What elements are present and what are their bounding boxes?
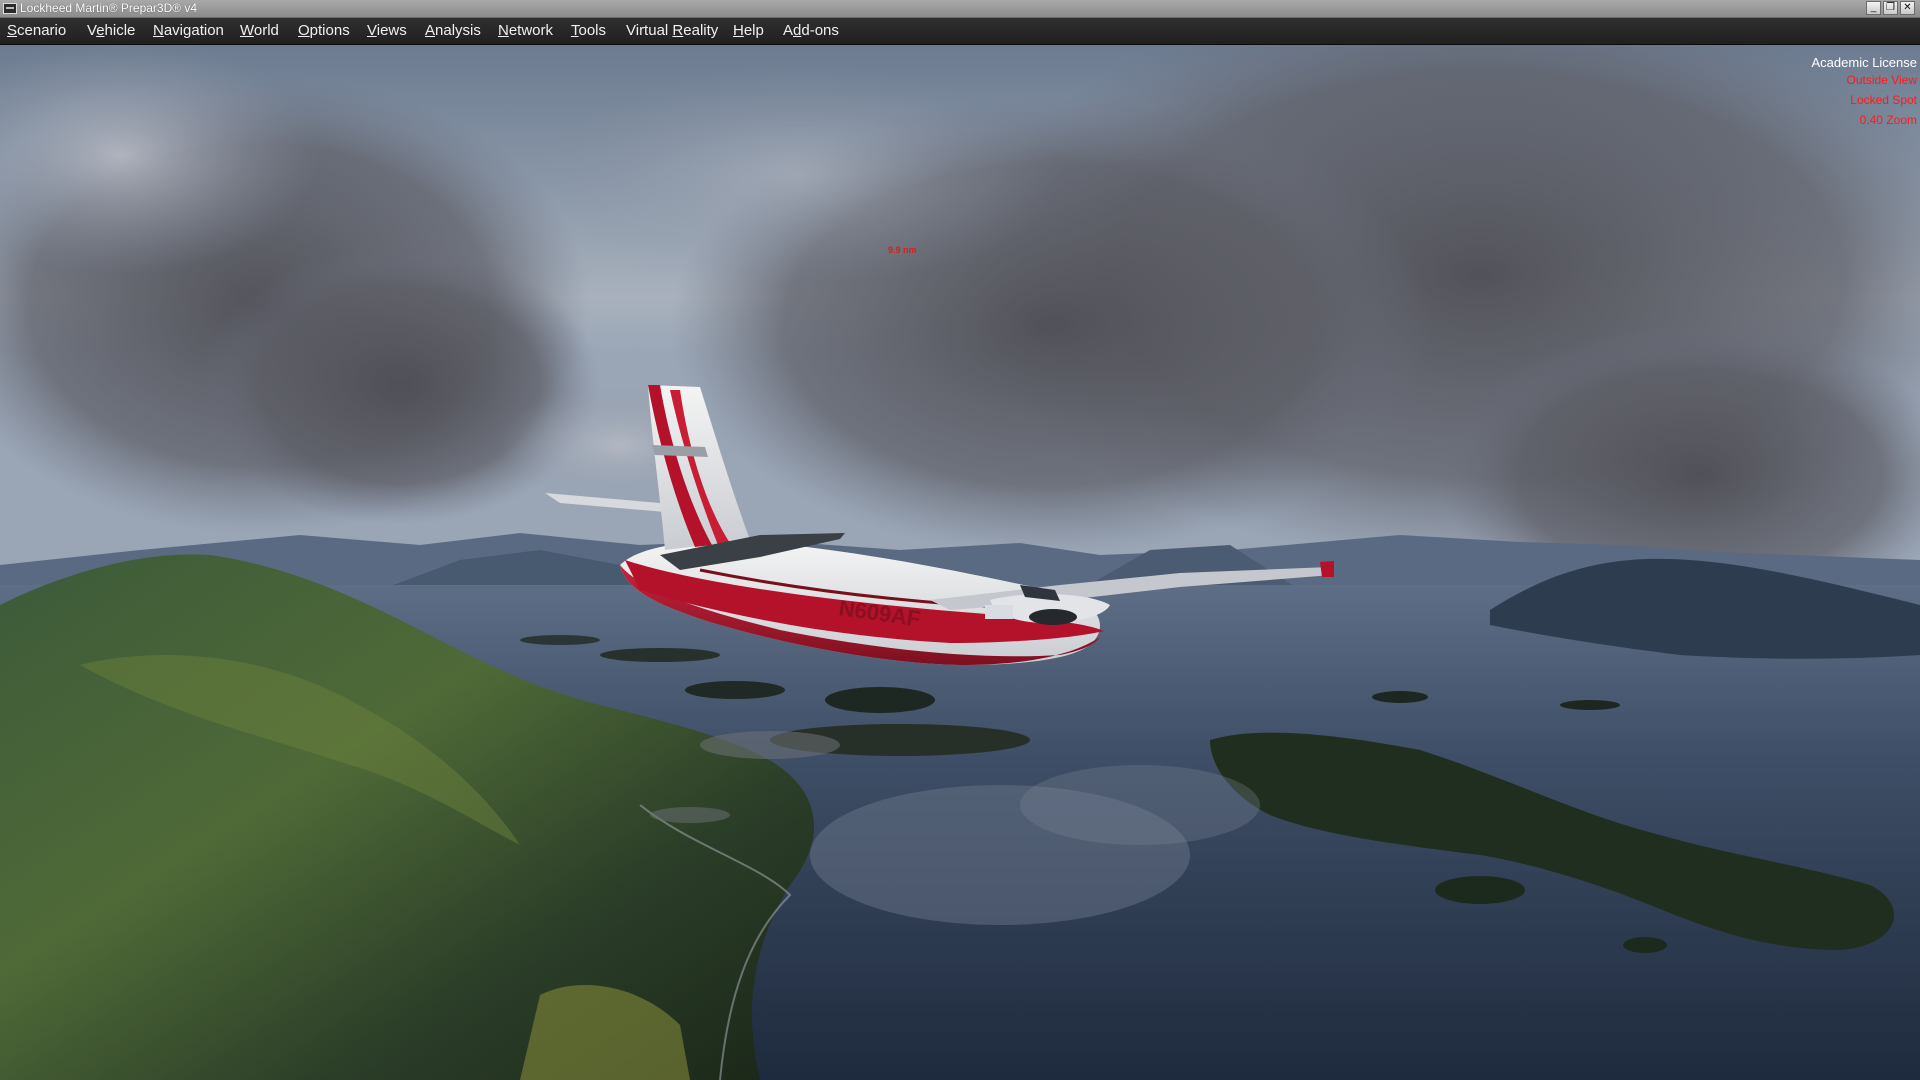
menu-tools[interactable]: Tools [570, 21, 607, 41]
menu-navigation[interactable]: Navigation [152, 21, 225, 41]
menu-help[interactable]: Help [732, 21, 765, 41]
menu-network[interactable]: Network [497, 21, 554, 41]
window-title: Lockheed Martin® Prepar3D® v4 [20, 1, 198, 15]
app-icon[interactable] [3, 3, 17, 14]
camera-label: Locked Spot [1850, 93, 1917, 107]
title-bar: Lockheed Martin® Prepar3D® v4 _ ❐ ✕ [0, 0, 1920, 18]
menu-analysis[interactable]: Analysis [424, 21, 482, 41]
minimize-button[interactable]: _ [1866, 1, 1881, 15]
menu-bar: Scenario Vehicle Navigation World Option… [0, 18, 1920, 45]
menu-virtual-reality[interactable]: Virtual Reality [625, 21, 719, 41]
menu-scenario[interactable]: Scenario [6, 21, 67, 41]
close-button[interactable]: ✕ [1900, 1, 1915, 15]
scene-rendering: N609AF [0, 45, 1920, 1080]
view-mode-label: Outside View [1846, 73, 1917, 87]
scene-viewport[interactable]: N609AF Academic License Outside View Loc… [0, 45, 1920, 1080]
zoom-label: 0.40 Zoom [1859, 113, 1917, 127]
menu-views[interactable]: Views [366, 21, 408, 41]
distance-label: 9.9 nm [888, 245, 917, 255]
menu-add-ons[interactable]: Add-ons [782, 21, 840, 41]
menu-world[interactable]: World [239, 21, 280, 41]
menu-vehicle[interactable]: Vehicle [86, 21, 136, 41]
restore-button[interactable]: ❐ [1883, 1, 1898, 15]
license-label: Academic License [1811, 55, 1918, 70]
menu-options[interactable]: Options [297, 21, 351, 41]
